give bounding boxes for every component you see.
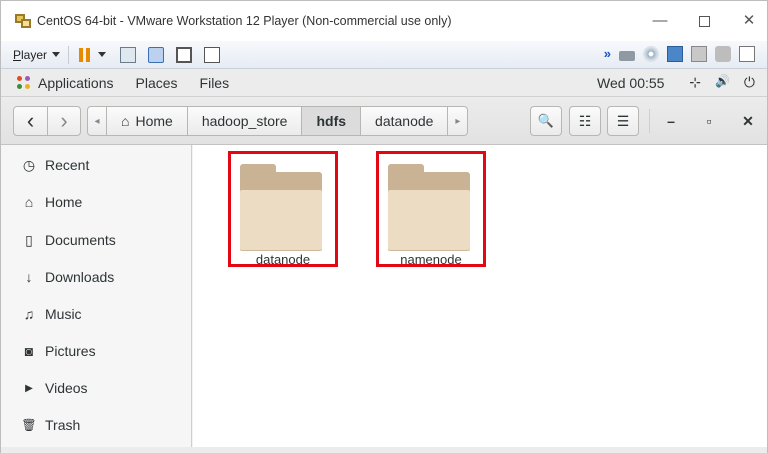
full-screen-icon[interactable] — [176, 46, 193, 63]
sidebar-item-videos[interactable]: ▶ Videos — [1, 373, 192, 403]
device-status-icons: » — [604, 46, 755, 62]
file-view: datanode namenode — [193, 145, 767, 447]
view-toggle-button[interactable]: ☷ — [569, 106, 601, 136]
search-icon: 🔍 — [537, 113, 555, 128]
arrow-right-icon: ▸ — [455, 115, 461, 127]
sidebar-item-label: Recent — [45, 157, 90, 173]
close-button[interactable]: ✕ — [734, 9, 764, 33]
sidebar-item-music[interactable]: ♫ Music — [1, 299, 192, 329]
sidebar-item-home[interactable]: ⌂ Home — [1, 187, 192, 217]
sound-card-icon[interactable] — [715, 46, 731, 62]
header-divider — [649, 109, 650, 133]
folder-icon — [388, 164, 470, 250]
files-maximize-button[interactable]: ▫ — [699, 111, 719, 131]
screenshot-frame: CentOS 64-bit - VMware Workstation 12 Pl… — [0, 0, 768, 453]
sidebar-item-label: Trash — [45, 417, 81, 433]
folder-icon — [240, 164, 322, 250]
vmware-title-bar: CentOS 64-bit - VMware Workstation 12 Pl… — [1, 1, 767, 41]
gnome-top-bar: Applications Places Files Wed 00:55 ⊹ 🔊 … — [1, 69, 767, 97]
pause-dropdown-icon[interactable] — [98, 52, 107, 57]
vmware-app-icon — [15, 14, 31, 28]
sidebar-item-pictures[interactable]: ◙ Pictures — [1, 336, 192, 366]
more-devices-icon[interactable]: » — [604, 46, 611, 62]
chevron-left-icon: ‹ — [26, 108, 35, 133]
back-button[interactable]: ‹ — [13, 106, 48, 136]
forward-button[interactable]: › — [47, 106, 81, 136]
chevron-down-icon — [52, 52, 61, 57]
path-item-hdfs[interactable]: hdfs — [302, 106, 362, 136]
folder-label: datanode — [255, 252, 311, 267]
clock[interactable]: Wed 00:55 — [597, 75, 664, 91]
network-adapter-icon[interactable] — [667, 46, 683, 62]
clock-icon: ◷ — [22, 156, 36, 173]
path-scroll-left-button[interactable]: ◂ — [87, 106, 107, 136]
maximize-button[interactable] — [689, 9, 719, 33]
camera-icon: ◙ — [24, 343, 34, 359]
volume-icon[interactable]: 🔊 — [715, 74, 730, 91]
sidebar-item-downloads[interactable]: ↓ Downloads — [1, 262, 192, 292]
applications-menu[interactable]: Applications — [38, 75, 114, 91]
vmware-toolbar: Player » — [1, 41, 767, 69]
path-item-home[interactable]: ⌂ Home — [107, 106, 188, 136]
applications-icon — [17, 75, 31, 90]
music-icon: ♫ — [23, 306, 35, 322]
list-view-icon: ☷ — [578, 112, 592, 129]
maximize-icon — [698, 15, 710, 27]
sidebar-item-label: Home — [45, 194, 83, 210]
sidebar-item-label: Videos — [45, 380, 88, 396]
app-menu-button[interactable]: ☰ — [607, 106, 639, 136]
player-menu-button[interactable]: Player — [13, 48, 61, 62]
hamburger-icon: ☰ — [616, 112, 630, 129]
video-icon: ▶ — [25, 382, 33, 394]
files-close-button[interactable]: ✕ — [738, 111, 758, 131]
cd-drive-icon[interactable] — [643, 46, 659, 62]
home-icon: ⌂ — [24, 194, 34, 210]
files-minimize-button[interactable]: – — [661, 111, 681, 131]
folder-namenode[interactable]: namenode — [376, 151, 486, 267]
sidebar-item-label: Downloads — [45, 269, 115, 285]
pause-icon[interactable] — [79, 47, 91, 62]
removable-devices-icon[interactable] — [148, 46, 165, 63]
network-icon[interactable]: ⊹ — [689, 74, 701, 91]
message-log-icon[interactable] — [739, 46, 755, 62]
files-header-bar: ‹ › ◂ ⌂ Home hadoop_store hdfs datanode … — [1, 97, 767, 145]
sidebar-item-documents[interactable]: ▯ Documents — [1, 225, 192, 255]
folder-label: namenode — [400, 252, 462, 267]
sidebar-item-label: Music — [45, 306, 82, 322]
files-menu[interactable]: Files — [200, 75, 230, 91]
path-item-hadoop-store[interactable]: hadoop_store — [187, 106, 303, 136]
search-button[interactable]: 🔍 — [530, 106, 562, 136]
window-bottom-edge — [1, 447, 767, 453]
home-icon: ⌂ — [121, 113, 130, 129]
printer-icon[interactable] — [691, 46, 707, 62]
send-ctrl-alt-del-icon[interactable] — [120, 46, 137, 63]
system-tray: ⊹ 🔊 ⏻ — [689, 74, 755, 91]
toolbar-divider — [68, 45, 70, 64]
sidebar-item-recent[interactable]: ◷ Recent — [1, 150, 192, 180]
places-sidebar: ◷ Recent ⌂ Home ▯ Documents ↓ Downloads … — [1, 145, 192, 447]
download-icon: ↓ — [25, 269, 33, 285]
path-item-datanode[interactable]: datanode — [361, 106, 449, 136]
document-icon: ▯ — [25, 231, 33, 248]
minimize-button[interactable]: — — [645, 9, 675, 33]
path-bar: ◂ ⌂ Home hadoop_store hdfs datanode ▸ — [87, 106, 469, 136]
sidebar-item-label: Documents — [45, 232, 116, 248]
path-scroll-right-button[interactable]: ▸ — [448, 106, 469, 136]
trash-icon: 🗑 — [21, 418, 37, 432]
sidebar-item-trash[interactable]: 🗑 Trash — [1, 410, 192, 440]
folder-datanode[interactable]: datanode — [228, 151, 338, 267]
hard-disk-icon[interactable] — [619, 50, 635, 61]
window-title: CentOS 64-bit - VMware Workstation 12 Pl… — [37, 14, 452, 28]
sidebar-item-label: Pictures — [45, 343, 96, 359]
unity-icon[interactable] — [204, 46, 221, 63]
power-icon[interactable]: ⏻ — [744, 74, 755, 91]
chevron-right-icon: › — [60, 108, 68, 133]
arrow-left-icon: ◂ — [94, 115, 100, 127]
places-menu[interactable]: Places — [136, 75, 178, 91]
